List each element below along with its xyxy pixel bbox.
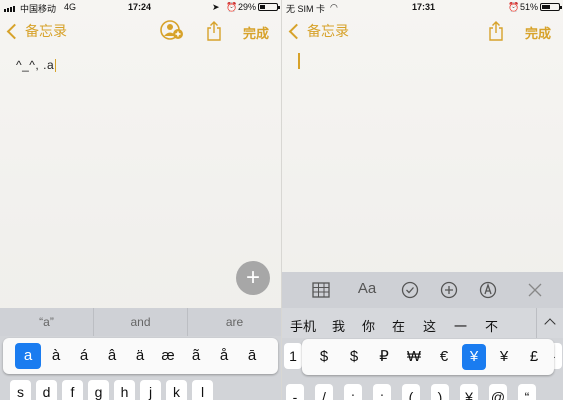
status-bar: 无 SIM 卡 ◠ 17:31 ⏰ 51% bbox=[282, 0, 563, 16]
accent-key[interactable]: à bbox=[43, 343, 69, 369]
candidate-item[interactable]: 我 bbox=[332, 316, 345, 335]
wifi-icon: ◠ bbox=[330, 2, 338, 12]
nav-bar: 备忘录 完成 bbox=[282, 18, 563, 46]
currency-popup: $ $ ₽ ₩ € ¥ ¥ £ bbox=[302, 339, 554, 375]
close-icon[interactable] bbox=[527, 280, 543, 300]
candidate-item[interactable]: 在 bbox=[392, 316, 405, 335]
candidate-item[interactable]: 一 bbox=[454, 316, 467, 335]
note-body[interactable]: ^_^, .a bbox=[16, 58, 57, 73]
status-bar: 中国移动 4G 17:24 ➤ ⏰ 29% bbox=[0, 0, 281, 16]
done-button[interactable]: 完成 bbox=[525, 23, 551, 42]
add-button[interactable]: + bbox=[236, 261, 270, 295]
network-label: 4G bbox=[64, 2, 77, 12]
note-text: ^_^, .a bbox=[16, 58, 55, 72]
currency-key[interactable]: ₩ bbox=[402, 344, 426, 370]
accent-key[interactable]: ā bbox=[239, 343, 265, 369]
screen: 中国移动 4G 17:24 ➤ ⏰ 29% 备忘录 完成 ^_^, .a + “… bbox=[0, 0, 563, 400]
currency-key[interactable]: € bbox=[432, 344, 456, 370]
carrier-label: 无 SIM 卡 bbox=[286, 4, 326, 14]
left-screenshot: 中国移动 4G 17:24 ➤ ⏰ 29% 备忘录 完成 ^_^, .a + “… bbox=[0, 0, 281, 400]
key[interactable]: ( bbox=[402, 384, 420, 400]
clock: 17:31 bbox=[412, 2, 436, 12]
candidate-item[interactable]: 你 bbox=[362, 316, 375, 335]
text-caret bbox=[298, 53, 300, 69]
key[interactable]: - bbox=[286, 384, 304, 400]
text-caret bbox=[55, 59, 57, 73]
currency-key[interactable]: $ bbox=[312, 344, 336, 370]
accent-popup: aàáâäæãåā bbox=[3, 338, 278, 374]
chevron-left-icon bbox=[6, 23, 23, 39]
currency-key[interactable]: ₽ bbox=[372, 344, 396, 370]
location-icon: ➤ bbox=[212, 2, 220, 12]
share-icon[interactable] bbox=[488, 21, 504, 41]
key[interactable]: : bbox=[344, 384, 362, 400]
battery-icon bbox=[258, 3, 280, 11]
accent-key[interactable]: a bbox=[15, 343, 41, 369]
key[interactable]: ¥ bbox=[460, 384, 478, 400]
key[interactable]: s bbox=[10, 380, 31, 400]
currency-key[interactable]: ¥ bbox=[492, 344, 516, 370]
key[interactable]: ) bbox=[431, 384, 449, 400]
add-icon[interactable] bbox=[440, 280, 458, 300]
key[interactable]: ; bbox=[373, 384, 391, 400]
chevron-up-icon[interactable] bbox=[536, 308, 563, 338]
candidate-item[interactable]: 手机 bbox=[290, 316, 316, 335]
key[interactable]: “ bbox=[518, 384, 536, 400]
key[interactable]: h bbox=[114, 380, 135, 400]
accent-key[interactable]: ä bbox=[127, 343, 153, 369]
alarm-icon: ⏰ bbox=[508, 2, 520, 12]
accent-key[interactable]: æ bbox=[155, 343, 181, 369]
key[interactable]: @ bbox=[489, 384, 507, 400]
format-toolbar: Aa bbox=[282, 272, 563, 308]
table-icon[interactable] bbox=[312, 280, 330, 300]
key[interactable]: g bbox=[88, 380, 109, 400]
checklist-icon[interactable] bbox=[401, 280, 419, 300]
back-button[interactable]: 备忘录 bbox=[288, 21, 349, 41]
currency-key[interactable]: £ bbox=[522, 344, 546, 370]
back-label: 备忘录 bbox=[25, 23, 67, 39]
currency-key[interactable]: $ bbox=[342, 344, 366, 370]
back-button[interactable]: 备忘录 bbox=[6, 21, 67, 41]
text-format-icon[interactable]: Aa bbox=[354, 280, 380, 300]
key-row: sdfghjkl bbox=[0, 380, 281, 400]
accent-key[interactable]: ã bbox=[183, 343, 209, 369]
candidate-item[interactable]: 这 bbox=[423, 316, 436, 335]
key[interactable]: / bbox=[315, 384, 333, 400]
suggestion-item[interactable]: and bbox=[94, 308, 188, 336]
clock: 17:24 bbox=[128, 2, 152, 12]
sketch-icon[interactable] bbox=[479, 280, 497, 300]
done-button[interactable]: 完成 bbox=[243, 23, 269, 42]
currency-key[interactable]: ¥ bbox=[462, 344, 486, 370]
chevron-left-icon bbox=[288, 23, 305, 39]
battery-icon bbox=[540, 3, 562, 11]
key[interactable]: 1 bbox=[284, 343, 302, 369]
accent-key[interactable]: â bbox=[99, 343, 125, 369]
suggestion-item[interactable]: are bbox=[188, 308, 281, 336]
share-icon[interactable] bbox=[206, 21, 222, 41]
candidate-item[interactable]: 不 bbox=[485, 316, 498, 335]
battery-percent: 29% bbox=[238, 2, 257, 12]
accent-key[interactable]: á bbox=[71, 343, 97, 369]
candidate-bar: 手机我你在这一不 bbox=[282, 308, 563, 338]
add-person-icon[interactable] bbox=[160, 19, 184, 41]
key[interactable]: f bbox=[62, 380, 83, 400]
accent-key[interactable]: å bbox=[211, 343, 237, 369]
nav-bar: 备忘录 完成 bbox=[0, 18, 281, 46]
signal-icon bbox=[4, 2, 16, 12]
suggestion-item[interactable]: “a” bbox=[0, 308, 94, 336]
right-screenshot: 无 SIM 卡 ◠ 17:31 ⏰ 51% 备忘录 完成 Aa 手机 我 你 在… bbox=[282, 0, 563, 400]
suggestion-bar: “a” and are bbox=[0, 308, 281, 336]
alarm-icon: ⏰ bbox=[226, 2, 238, 12]
battery-percent: 51% bbox=[520, 2, 539, 12]
key[interactable]: k bbox=[166, 380, 187, 400]
key[interactable]: d bbox=[36, 380, 57, 400]
key[interactable]: j bbox=[140, 380, 161, 400]
key[interactable]: l bbox=[192, 380, 213, 400]
back-label: 备忘录 bbox=[307, 23, 349, 39]
carrier-label: 中国移动 bbox=[20, 4, 57, 14]
